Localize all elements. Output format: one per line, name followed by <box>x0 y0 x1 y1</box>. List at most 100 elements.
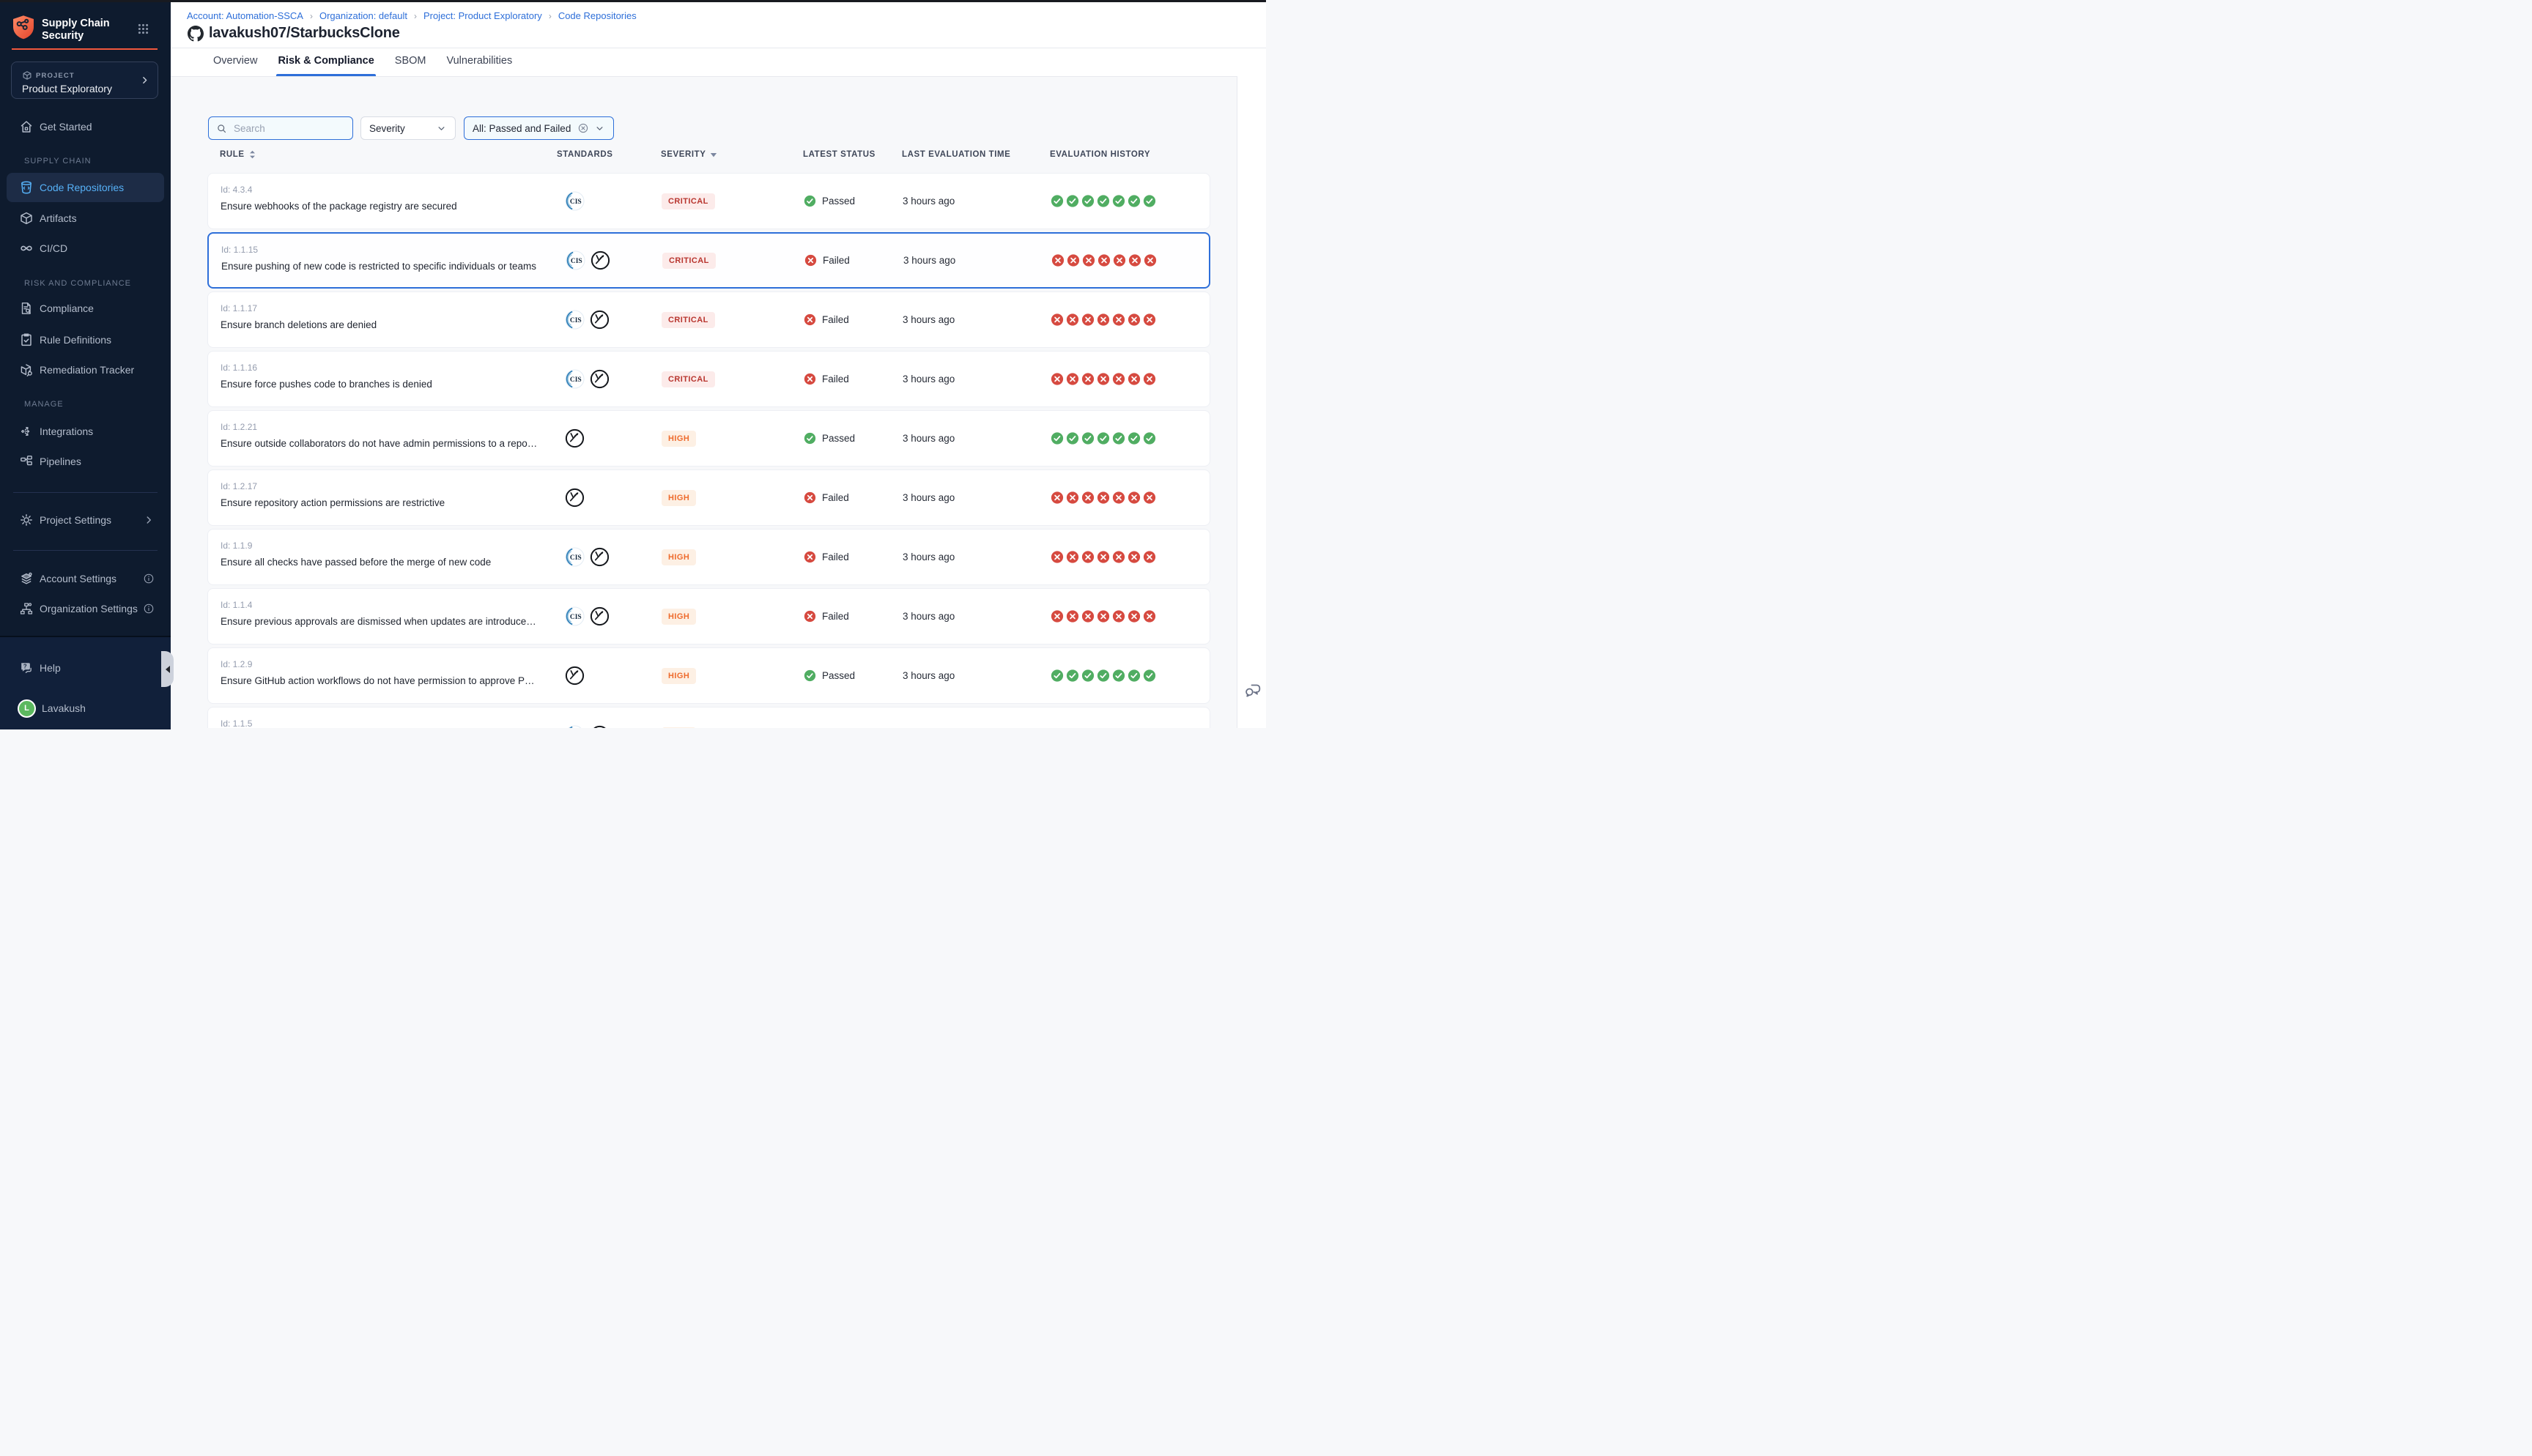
severity-cell: CRITICAL <box>651 352 793 406</box>
repo-title-row: lavakush07/StarbucksClone <box>188 25 400 42</box>
breadcrumb-link-organization-default[interactable]: Organization: default <box>319 10 407 21</box>
column-label: RULE <box>220 150 245 159</box>
rule-description: Ensure all checks have passed before the… <box>221 557 540 568</box>
severity-filter-dropdown[interactable]: Severity <box>360 116 456 140</box>
collapse-arrow-icon <box>166 666 170 673</box>
breadcrumb-separator: › <box>414 11 417 21</box>
status-filter-value: All: Passed and Failed <box>473 123 571 134</box>
column-label: STANDARDS <box>557 150 613 159</box>
table-row-id-1-2-17[interactable]: Id: 1.2.17Ensure repository action permi… <box>207 469 1210 526</box>
status-failed-icon <box>804 491 816 504</box>
evaluation-time: 3 hours ago <box>903 492 955 503</box>
status-label: Failed <box>822 611 849 622</box>
status-failed-icon <box>804 254 817 267</box>
status-failed-icon <box>804 373 816 385</box>
history-fail-icon <box>1051 491 1064 505</box>
org-gear-icon <box>19 601 34 616</box>
table-row-id-1-1-9[interactable]: Id: 1.1.9Ensure all checks have passed b… <box>207 529 1210 585</box>
history-pass-icon <box>1112 194 1125 208</box>
status-failed-icon <box>804 610 816 623</box>
history-fail-icon <box>1112 609 1125 623</box>
latest-status-cell: Passed <box>793 174 892 229</box>
sidebar-item-label: Project Settings <box>40 514 111 526</box>
rule-cell: Id: 1.2.21Ensure outside collaborators d… <box>208 411 547 466</box>
table-row-id-1-1-4[interactable]: Id: 1.1.4Ensure previous approvals are d… <box>207 588 1210 645</box>
sort-desc-icon <box>710 152 717 157</box>
github-icon <box>188 26 204 42</box>
sidebar: Supply Chain Security PROJECT Product Ex… <box>0 2 171 728</box>
owasp-standard-badge-icon <box>590 547 610 567</box>
status-label: Passed <box>822 196 855 207</box>
document-search-icon <box>19 301 34 316</box>
table-row-id-1-1-16[interactable]: Id: 1.1.16Ensure force pushes code to br… <box>207 351 1210 407</box>
history-fail-icon <box>1128 609 1141 623</box>
sidebar-item-remediation-tracker[interactable]: Remediation Tracker <box>7 355 164 385</box>
table-row-id-4-3-4[interactable]: Id: 4.3.4Ensure webhooks of the package … <box>207 173 1210 229</box>
severity-cell: HIGH <box>651 707 793 728</box>
search-box[interactable] <box>208 116 353 140</box>
sidebar-item-get-started[interactable]: Get Started <box>7 112 164 141</box>
table-row-id-1-1-5[interactable]: Id: 1.1.5CISHIGHFailed3 hours ago <box>207 707 1210 728</box>
standards-cell: CIS <box>547 589 651 644</box>
breadcrumb-link-project-product-exploratory[interactable]: Project: Product Exploratory <box>423 10 542 21</box>
history-fail-icon <box>1143 372 1156 386</box>
sidebar-collapse-handle[interactable] <box>161 651 174 687</box>
svg-text:CIS: CIS <box>570 198 582 206</box>
sidebar-item-label: Account Settings <box>40 573 116 584</box>
sidebar-item-pipelines[interactable]: Pipelines <box>7 447 164 476</box>
sidebar-item-artifacts[interactable]: Artifacts <box>7 204 164 233</box>
sidebar-item-code-repositories[interactable]: Code Repositories <box>7 173 164 202</box>
sidebar-item-help[interactable]: ? Help <box>7 653 164 683</box>
history-fail-icon <box>1112 550 1125 564</box>
rules-table: Id: 4.3.4Ensure webhooks of the package … <box>207 173 1210 728</box>
table-row-id-1-1-17[interactable]: Id: 1.1.17Ensure branch deletions are de… <box>207 291 1210 348</box>
column-header-rule[interactable]: RULE <box>207 149 547 160</box>
sidebar-item-organization-settings[interactable]: Organization Settings <box>7 594 164 623</box>
sidebar-user[interactable]: L Lavakush <box>7 694 164 723</box>
app-switcher-grid-icon[interactable] <box>137 23 149 35</box>
page-title: lavakush07/StarbucksClone <box>209 25 400 42</box>
table-row-id-1-2-21[interactable]: Id: 1.2.21Ensure outside collaborators d… <box>207 410 1210 467</box>
search-input[interactable] <box>232 122 345 135</box>
column-header-severity[interactable]: SEVERITY <box>651 149 793 160</box>
clear-filter-icon[interactable] <box>577 122 589 134</box>
latest-status-cell: Failed <box>793 530 892 584</box>
sidebar-section-risk-and-compliance: RISK AND COMPLIANCE <box>24 279 131 288</box>
tab-overview[interactable]: Overview <box>212 48 259 76</box>
sidebar-item-account-settings[interactable]: Account Settings <box>7 564 164 593</box>
status-passed-icon <box>804 195 816 207</box>
table-row-id-1-1-15[interactable]: Id: 1.1.15Ensure pushing of new code is … <box>207 232 1210 289</box>
tab-risk-compliance[interactable]: Risk & Compliance <box>276 48 375 76</box>
breadcrumb-link-code-repositories[interactable]: Code Repositories <box>558 10 637 21</box>
sidebar-item-project-settings[interactable]: Project Settings <box>7 505 164 535</box>
project-selector[interactable]: PROJECT Product Exploratory <box>11 62 158 99</box>
column-header-latest-status: LATEST STATUS <box>793 149 892 160</box>
last-evaluation-time-cell: 3 hours ago <box>892 174 1040 229</box>
history-fail-icon <box>1112 372 1125 386</box>
status-label: Failed <box>822 551 849 562</box>
sidebar-item-rule-definitions[interactable]: Rule Definitions <box>7 325 164 354</box>
last-evaluation-time-cell: 3 hours ago <box>892 411 1040 466</box>
sidebar-item-compliance[interactable]: Compliance <box>7 294 164 323</box>
sidebar-item-integrations[interactable]: Integrations <box>7 417 164 446</box>
rule-id: Id: 1.2.17 <box>221 481 540 491</box>
severity-badge: HIGH <box>662 727 696 729</box>
tab-sbom[interactable]: SBOM <box>393 48 428 76</box>
severity-cell: HIGH <box>651 589 793 644</box>
tab-vulnerabilities[interactable]: Vulnerabilities <box>445 48 514 76</box>
cis-standard-badge-icon: CIS <box>566 250 585 270</box>
sidebar-item-ci-cd[interactable]: CI/CD <box>7 234 164 263</box>
breadcrumb-link-account-automation-ssca[interactable]: Account: Automation-SSCA <box>187 10 303 21</box>
rule-id: Id: 1.1.5 <box>221 718 540 728</box>
standards-cell <box>547 411 651 466</box>
history-fail-icon <box>1112 313 1125 327</box>
history-pass-icon <box>1051 194 1064 208</box>
history-pass-icon <box>1112 669 1125 683</box>
evaluation-time: 3 hours ago <box>903 196 955 207</box>
severity-badge: CRITICAL <box>662 312 715 328</box>
table-row-id-1-2-9[interactable]: Id: 1.2.9Ensure GitHub action workflows … <box>207 647 1210 704</box>
status-filter-dropdown[interactable]: All: Passed and Failed <box>464 116 614 140</box>
sidebar-item-label: Compliance <box>40 302 94 314</box>
rule-cell: Id: 1.1.15Ensure pushing of new code is … <box>209 234 548 287</box>
chat-support-icon[interactable] <box>1243 680 1263 700</box>
